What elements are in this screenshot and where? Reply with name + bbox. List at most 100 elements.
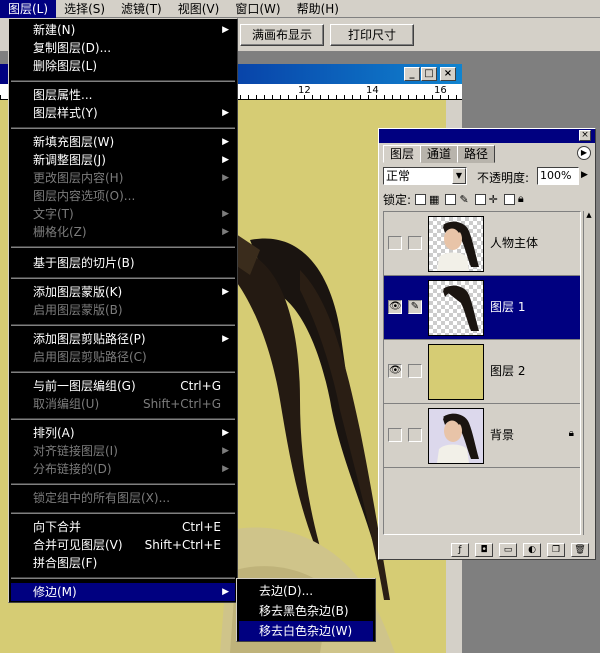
tab-channels[interactable]: 通道 (420, 145, 459, 163)
menu-window[interactable]: 窗口(W) (227, 0, 288, 18)
layers-scrollbar[interactable]: ▲ (583, 211, 593, 535)
menu-item-delete[interactable]: 删除图层(L) (11, 57, 235, 75)
menu-view[interactable]: 视图(V) (170, 0, 228, 18)
opacity-input[interactable]: 100% (537, 167, 579, 185)
brush-icon[interactable]: ✎ (408, 300, 422, 314)
menu-layer[interactable]: 图层(L) (0, 0, 57, 18)
menu-item-distribute[interactable]: 分布链接的(D) ▶ (11, 460, 235, 478)
chevron-right-icon: ▶ (222, 173, 229, 183)
menu-item-new-adjust[interactable]: 新调整图层(J) ▶ (11, 151, 235, 169)
layer-style-icon[interactable]: ƒ (451, 543, 469, 557)
visibility-toggle[interactable] (388, 428, 402, 442)
menu-filter[interactable]: 滤镜(T) (113, 0, 170, 18)
lock-row: 锁定: ▦ ✎ ✛ 🔒︎ (383, 191, 591, 207)
palette-menu-arrow-icon[interactable]: ▶ (577, 146, 591, 160)
menu-item-lock-all[interactable]: 锁定组中的所有图层(X)... (11, 489, 235, 507)
menu-item-add-mask[interactable]: 添加图层蒙版(K) ▶ (11, 283, 235, 301)
menu-item-add-clip[interactable]: 添加图层剪贴路径(P) ▶ (11, 330, 235, 348)
submenu-item-remove-white[interactable]: 移去白色杂边(W) (239, 621, 373, 641)
checker-icon: ▦ (429, 192, 440, 206)
layer-name: 背景 (490, 428, 515, 442)
menu-item-slice[interactable]: 基于图层的切片(B) (11, 254, 235, 272)
palette-close-icon[interactable]: × (579, 130, 591, 141)
lock-position-checkbox[interactable] (474, 193, 486, 205)
layer-row[interactable]: 👁︎ ✎ 图层 1 (384, 276, 580, 340)
print-size-button[interactable]: 打印尺寸 (330, 24, 414, 46)
eye-icon[interactable]: 👁︎ (388, 364, 402, 378)
close-icon[interactable]: × (440, 67, 456, 81)
chevron-right-icon: ▶ (222, 287, 229, 297)
menu-select[interactable]: 选择(S) (56, 0, 113, 18)
ruler-label: 12 (298, 85, 311, 96)
link-toggle[interactable] (408, 428, 422, 442)
blend-mode-value: 正常 (386, 169, 411, 183)
tab-layers[interactable]: 图层 (383, 145, 422, 163)
eye-icon[interactable]: 👁︎ (388, 300, 402, 314)
new-set-icon[interactable]: ▭ (499, 543, 517, 557)
chevron-right-icon: ▶ (222, 209, 229, 219)
lock-all-checkbox[interactable] (503, 193, 515, 205)
menu-separator (11, 246, 235, 248)
layer-row[interactable]: 人物主体 (384, 212, 580, 276)
chevron-right-icon: ▶ (222, 137, 229, 147)
trash-icon[interactable]: 🗑︎ (571, 543, 589, 557)
menu-separator (11, 418, 235, 420)
layer-name: 图层 1 (490, 300, 526, 314)
menu-item-new-fill[interactable]: 新填充图层(W) ▶ (11, 133, 235, 151)
menu-item-ungroup[interactable]: 取消编组(U) Shift+Ctrl+G (11, 395, 235, 413)
menu-item-group-prev[interactable]: 与前一图层编组(G) Ctrl+G (11, 377, 235, 395)
move-icon: ✛ (488, 192, 498, 206)
menu-item-content-options[interactable]: 图层内容选项(O)... (11, 187, 235, 205)
menu-item-merge-down[interactable]: 向下合并 Ctrl+E (11, 518, 235, 536)
scroll-up-icon[interactable]: ▲ (584, 211, 594, 219)
menu-item-duplicate[interactable]: 复制图层(D)... (11, 39, 235, 57)
add-mask-icon[interactable]: ◘ (475, 543, 493, 557)
menu-item-flatten[interactable]: 拼合图层(F) (11, 554, 235, 572)
menu-item-change-content[interactable]: 更改图层内容(H) ▶ (11, 169, 235, 187)
menu-separator (11, 80, 235, 82)
menu-item-rasterize[interactable]: 栅格化(Z) ▶ (11, 223, 235, 241)
menu-item-new[interactable]: 新建(N) ▶ (11, 21, 235, 39)
lock-pixels-checkbox[interactable] (445, 193, 457, 205)
opacity-arrow-icon[interactable]: ▶ (581, 170, 588, 180)
menu-item-matting[interactable]: 修边(M) ▶ (11, 583, 235, 601)
menu-item-style[interactable]: 图层样式(Y) ▶ (11, 104, 235, 122)
menu-separator (11, 324, 235, 326)
blend-mode-select[interactable]: 正常 ▼ (383, 167, 467, 185)
link-toggle[interactable] (408, 236, 422, 250)
layer-row[interactable]: 👁︎ 图层 2 (384, 340, 580, 404)
visibility-toggle[interactable] (388, 236, 402, 250)
menu-item-properties[interactable]: 图层属性... (11, 86, 235, 104)
menu-item-enable-mask[interactable]: 启用图层蒙版(B) (11, 301, 235, 319)
adjustment-layer-icon[interactable]: ◐ (523, 543, 541, 557)
ruler-label: 14 (366, 85, 379, 96)
menu-item-align-linked[interactable]: 对齐链接图层(I) ▶ (11, 442, 235, 460)
link-toggle[interactable] (408, 364, 422, 378)
menu-separator (11, 371, 235, 373)
chevron-right-icon: ▶ (222, 25, 229, 35)
tab-paths[interactable]: 路径 (457, 145, 496, 163)
menu-item-type[interactable]: 文字(T) ▶ (11, 205, 235, 223)
submenu-item-defringe[interactable]: 去边(D)... (239, 581, 373, 601)
layers-palette: × 图层 通道 路径 ▶ 正常 ▼ 不透明度: 100% ▶ 锁定: ▦ ✎ ✛… (378, 128, 596, 560)
new-layer-icon[interactable]: ❐ (547, 543, 565, 557)
menu-bar: 图层(L) 选择(S) 滤镜(T) 视图(V) 窗口(W) 帮助(H) (0, 0, 600, 18)
chevron-right-icon: ▶ (222, 334, 229, 344)
fit-screen-button[interactable]: 满画布显示 (240, 24, 324, 46)
palette-titlebar[interactable]: × (379, 129, 595, 143)
blend-row: 正常 ▼ 不透明度: 100% ▶ (383, 167, 591, 187)
chevron-right-icon: ▶ (222, 108, 229, 118)
layer-row[interactable]: 背景 🔒︎ (384, 404, 580, 468)
menu-item-enable-clip[interactable]: 启用图层剪贴路径(C) (11, 348, 235, 366)
chevron-right-icon: ▶ (222, 587, 229, 597)
menu-item-arrange[interactable]: 排列(A) ▶ (11, 424, 235, 442)
chevron-down-icon[interactable]: ▼ (452, 168, 466, 184)
menu-help[interactable]: 帮助(H) (289, 0, 347, 18)
chevron-right-icon: ▶ (222, 446, 229, 456)
minimize-icon[interactable]: _ (404, 67, 420, 81)
lock-transparency-checkbox[interactable] (415, 193, 427, 205)
layer-name: 图层 2 (490, 364, 526, 378)
maximize-icon[interactable]: □ (421, 67, 437, 81)
menu-item-merge-visible[interactable]: 合并可见图层(V) Shift+Ctrl+E (11, 536, 235, 554)
submenu-item-remove-black[interactable]: 移去黑色杂边(B) (239, 601, 373, 621)
